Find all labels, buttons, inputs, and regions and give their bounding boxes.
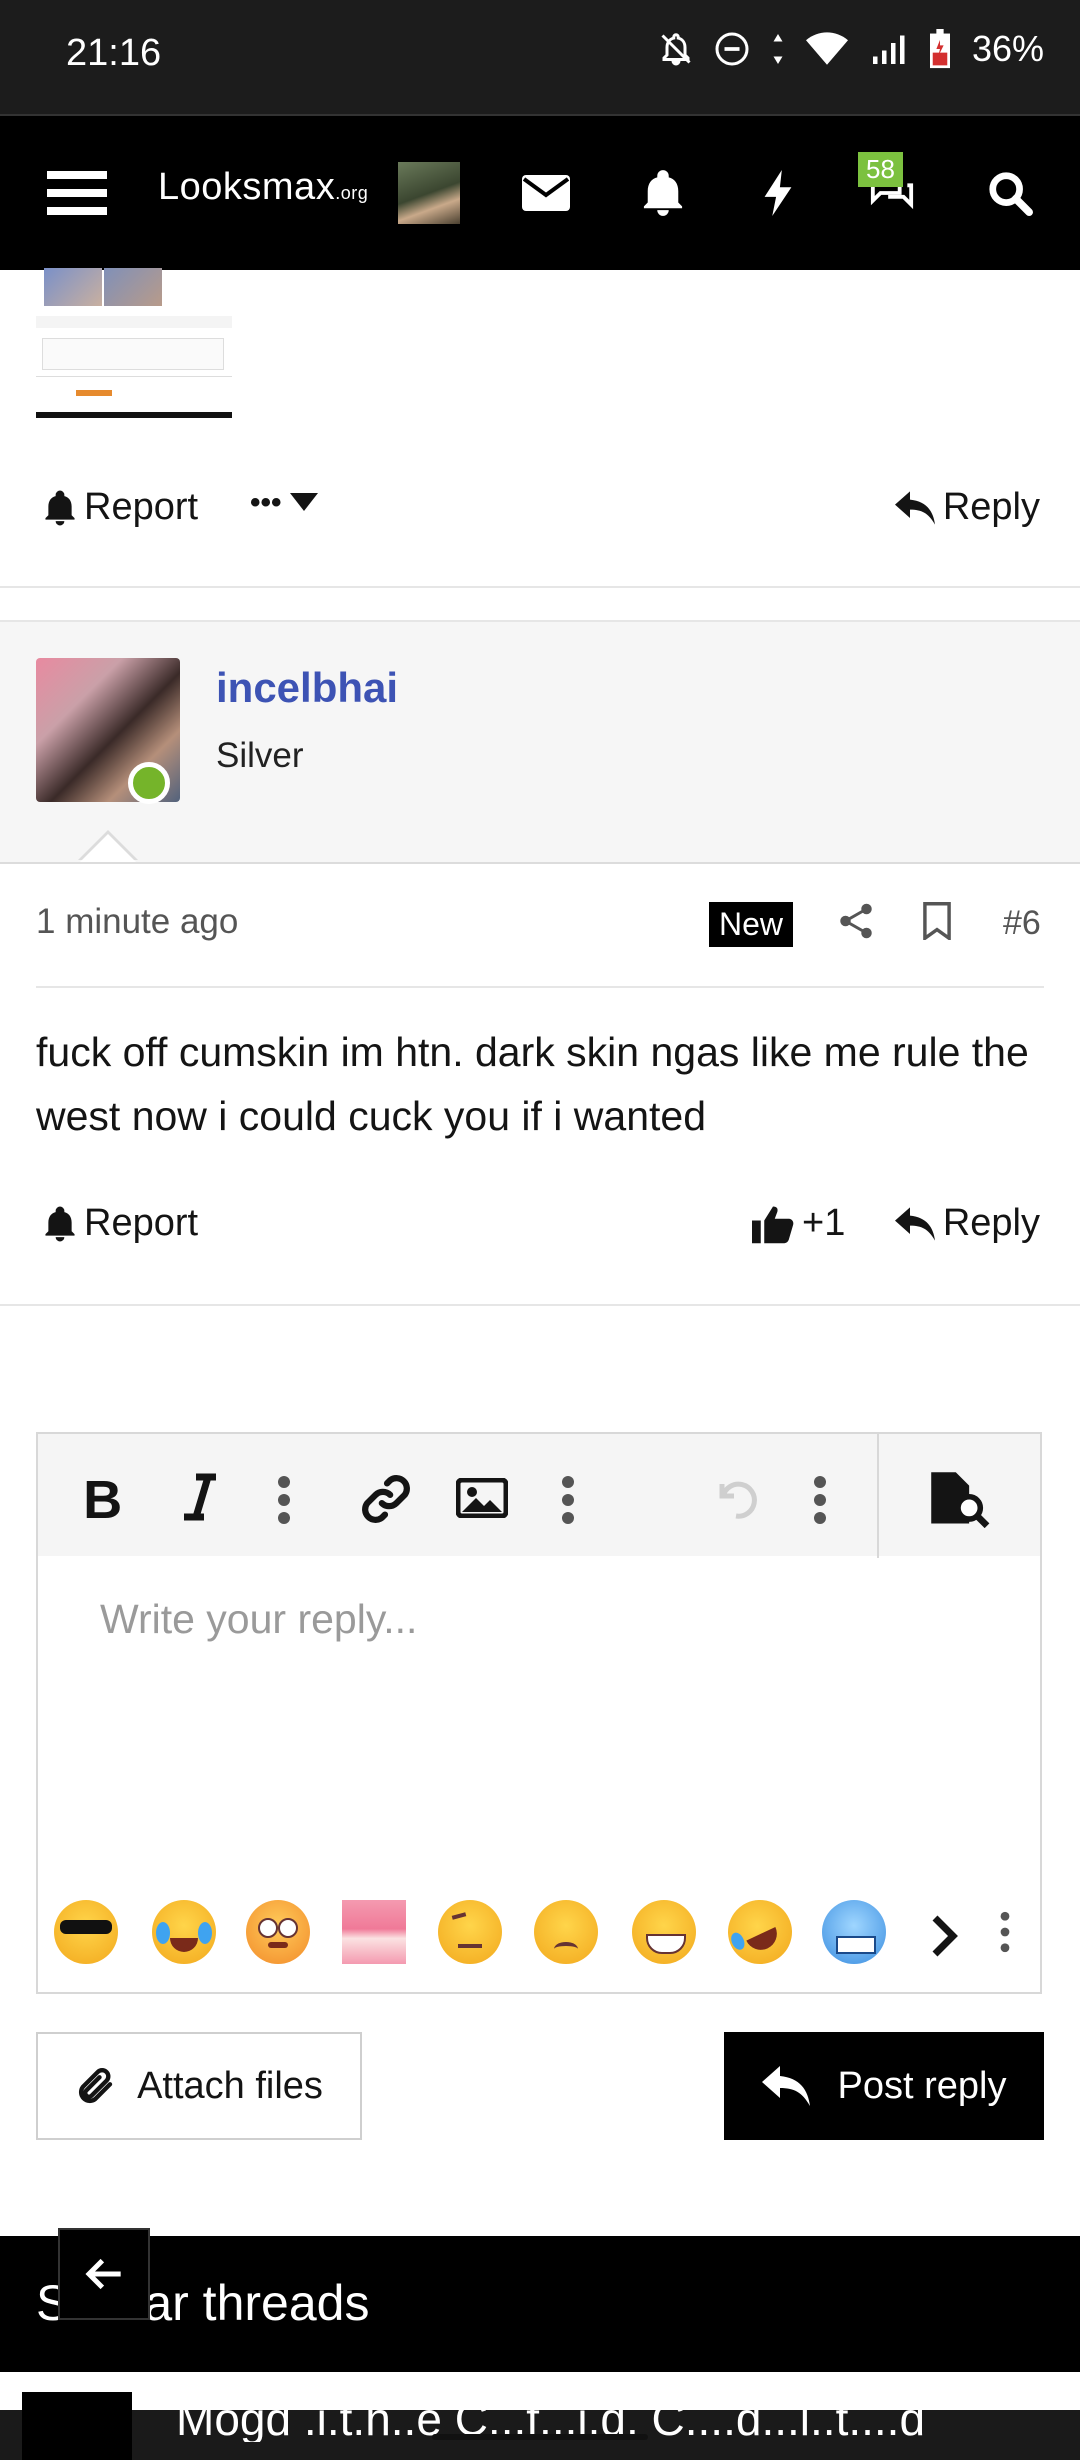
post-body: fuck off cumskin im htn. dark skin ngas … <box>36 1029 1029 1139</box>
battery-icon <box>929 29 950 69</box>
share-icon[interactable] <box>838 902 874 945</box>
bell-off-icon <box>661 33 691 66</box>
post-timestamp[interactable]: 1 minute ago <box>36 902 238 942</box>
reply-icon <box>894 1206 935 1241</box>
bell-icon <box>45 1206 75 1241</box>
post-reply-button[interactable]: Post reply <box>724 2032 1044 2140</box>
user-title: Silver <box>216 736 304 775</box>
status-icons: 36% <box>658 28 1044 70</box>
toolbar-separator <box>877 1434 879 1558</box>
reply-label: Reply <box>942 1202 1040 1244</box>
gesture-nav-pill[interactable] <box>432 2434 648 2440</box>
status-time: 21:16 <box>66 32 162 74</box>
thumbs-up-icon <box>752 1206 794 1243</box>
signal-icon <box>872 35 905 64</box>
more-vertical-icon[interactable] <box>560 1476 576 1529</box>
reply-button-prev[interactable]: Reply <box>894 486 1040 529</box>
report-button[interactable]: Report <box>44 1202 198 1245</box>
bookmark-icon[interactable] <box>922 902 952 945</box>
svg-text:B: B <box>83 1472 122 1522</box>
wifi-icon <box>805 32 848 65</box>
worried-emoji[interactable] <box>534 1900 598 1964</box>
battery-percent: 36% <box>971 28 1044 69</box>
reply-textarea[interactable]: Write your reply... <box>100 1596 417 1643</box>
paperclip-icon <box>79 2068 113 2103</box>
search-icon[interactable] <box>984 116 1036 270</box>
chevron-down-icon <box>289 493 318 511</box>
bell-icon[interactable] <box>638 116 688 270</box>
user-block-arrow-inner <box>80 834 136 862</box>
alerts-count-badge: 58 <box>858 152 903 187</box>
back-button[interactable] <box>58 2228 150 2320</box>
sunglasses-emoji[interactable] <box>54 1900 118 1964</box>
post-username[interactable]: incelbhai <box>216 664 398 712</box>
more-options-button[interactable]: ••• <box>250 486 318 520</box>
more-vertical-icon[interactable] <box>276 1476 292 1529</box>
undo-icon[interactable] <box>710 1476 762 1529</box>
post-end-divider <box>0 1304 1080 1306</box>
attach-files-button[interactable]: Attach files <box>36 2032 362 2140</box>
reply-label: Reply <box>942 486 1040 528</box>
meta-divider <box>36 986 1044 988</box>
lightning-icon[interactable] <box>758 116 798 270</box>
reply-icon <box>894 490 935 525</box>
attach-files-label: Attach files <box>137 2064 323 2107</box>
anime-girl-emoji[interactable] <box>342 1900 406 1964</box>
reply-button[interactable]: Reply <box>894 1202 1040 1245</box>
report-label: Report <box>84 1202 199 1244</box>
more-label: ••• <box>250 486 282 519</box>
preview-icon[interactable] <box>926 1470 990 1533</box>
status-bar: 21:16 36% <box>0 0 1080 114</box>
report-button-prev[interactable]: Report <box>44 486 198 529</box>
grin-sweat-emoji[interactable] <box>632 1900 696 1964</box>
cold-face-emoji[interactable] <box>822 1900 886 1964</box>
tears-of-joy-emoji[interactable] <box>152 1900 216 1964</box>
data-arrows-icon <box>773 34 783 64</box>
avatar-icon[interactable] <box>396 116 462 270</box>
bell-icon <box>45 490 75 525</box>
post-number[interactable]: #6 <box>1003 904 1041 943</box>
mail-icon[interactable] <box>518 116 574 270</box>
dnd-icon <box>715 32 749 66</box>
post-divider <box>0 586 1080 588</box>
raised-eyebrow-emoji[interactable] <box>438 1900 502 1964</box>
italic-icon[interactable] <box>180 1472 220 1527</box>
chevron-right-icon[interactable] <box>928 1914 962 1963</box>
thread-thumbnail <box>22 2392 132 2460</box>
bold-icon[interactable]: B <box>82 1470 126 1530</box>
menu-icon[interactable] <box>44 116 110 270</box>
more-vertical-icon[interactable] <box>812 1476 828 1529</box>
logo-suffix: .org <box>335 183 369 203</box>
reaction-count: +1 <box>802 1202 846 1244</box>
arrow-left-icon <box>85 2258 121 2290</box>
flushed-emoji[interactable] <box>246 1900 310 1964</box>
embedded-screenshot-image[interactable] <box>36 268 232 419</box>
app-header: Looksmax.org <box>0 114 1080 270</box>
more-vertical-icon[interactable] <box>998 1910 1012 1959</box>
reaction-button[interactable]: +1 <box>752 1202 845 1245</box>
site-logo[interactable]: Looksmax.org <box>158 166 368 209</box>
logo-main: Looksmax <box>158 166 336 208</box>
new-badge: New <box>709 902 794 947</box>
post-reply-label: Post reply <box>837 2064 1007 2107</box>
link-icon[interactable] <box>360 1474 412 1529</box>
report-label: Report <box>84 486 199 528</box>
image-icon[interactable] <box>455 1477 509 1523</box>
online-status-dot <box>128 762 170 804</box>
reply-icon <box>761 2066 810 2106</box>
chat-icon[interactable] <box>862 116 922 270</box>
